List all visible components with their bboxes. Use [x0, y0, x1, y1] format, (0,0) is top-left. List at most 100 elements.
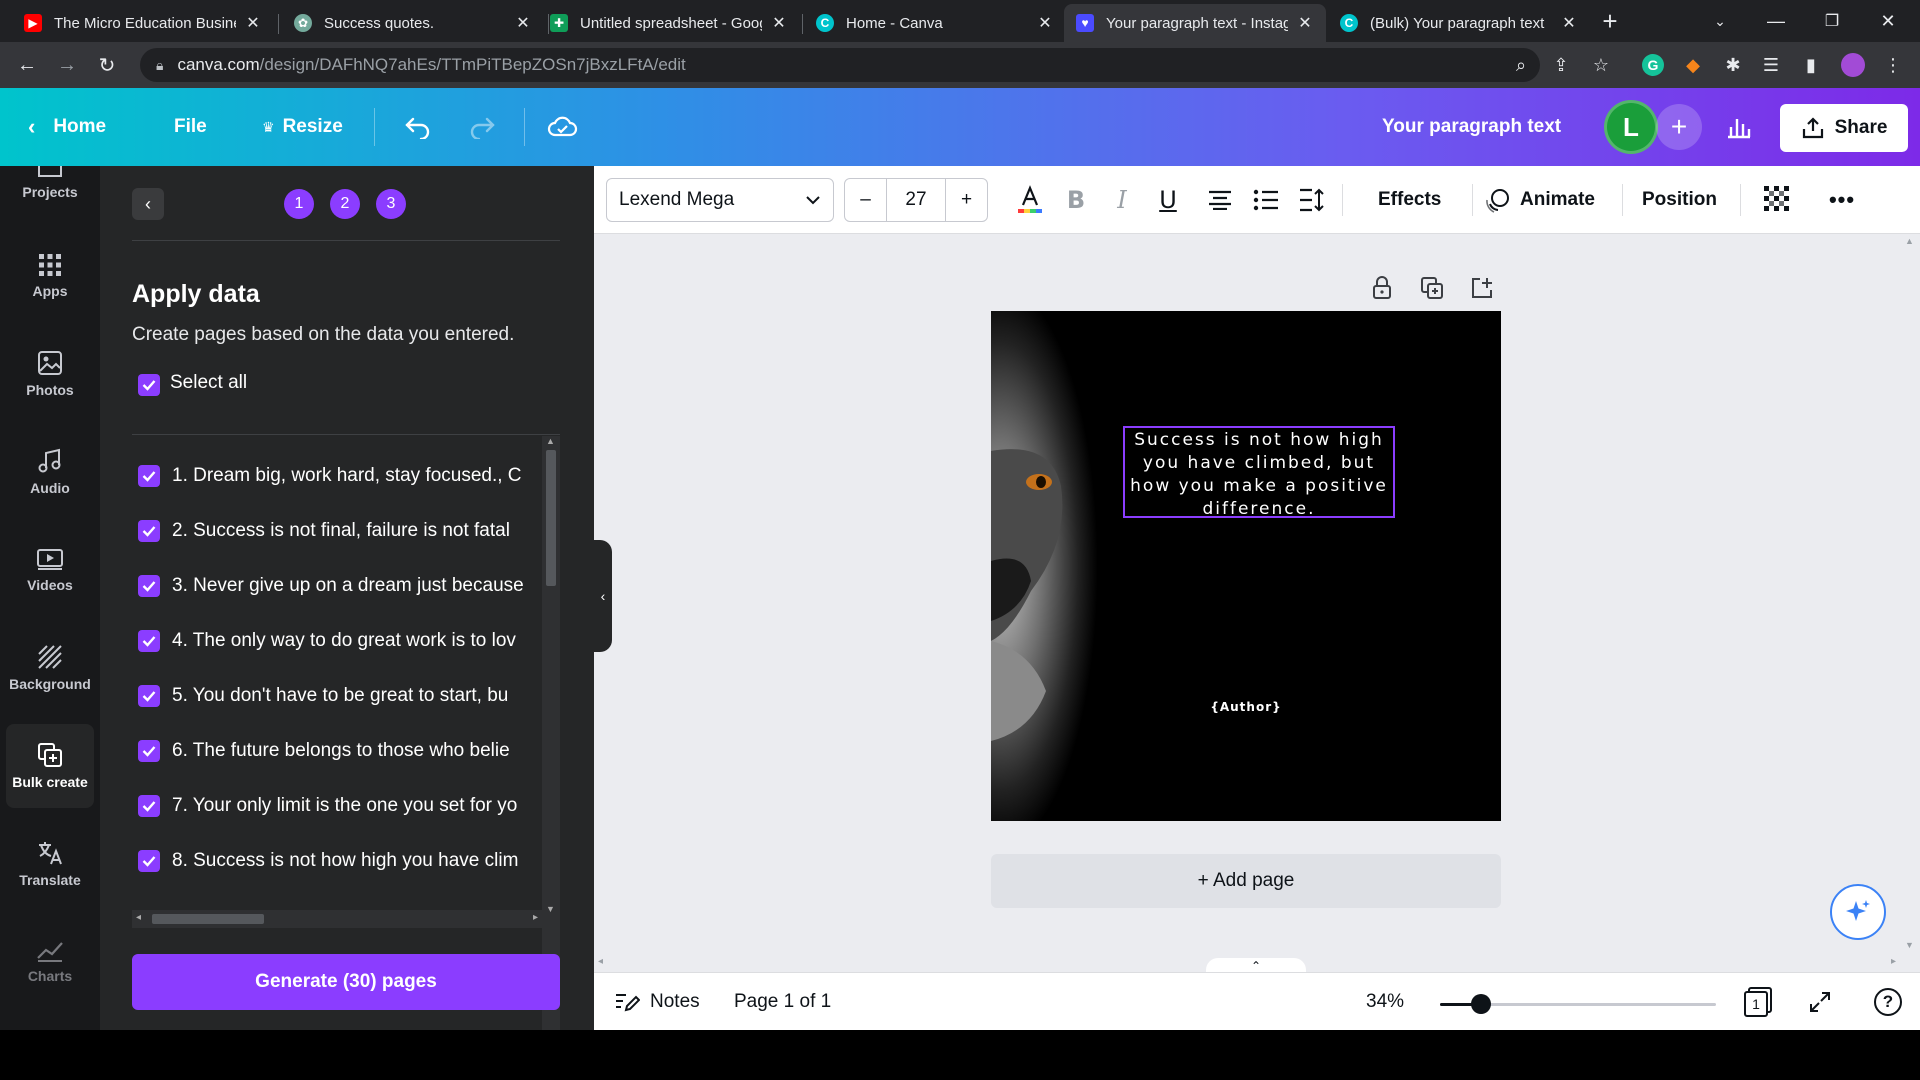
canvas-vertical-scrollbar[interactable]: ▲ ▼ [1900, 236, 1920, 950]
invite-plus-icon[interactable]: + [1656, 104, 1702, 150]
row-checkbox[interactable] [138, 740, 160, 762]
rail-item-projects[interactable]: Projects [6, 166, 94, 220]
data-row[interactable]: 8. Success is not how high you have clim [132, 841, 542, 881]
share-button[interactable]: Share [1780, 104, 1908, 152]
step-2-indicator[interactable]: 2 [330, 189, 360, 219]
browser-menu-icon[interactable]: ⋮ [1878, 50, 1908, 80]
data-row[interactable]: 7. Your only limit is the one you set fo… [132, 786, 542, 826]
browser-tab-active-design[interactable]: ♥ Your paragraph text - Instagram ✕ [1064, 4, 1326, 42]
lock-icon[interactable] [1366, 272, 1398, 304]
back-button[interactable]: ‹ [132, 188, 164, 220]
row-checkbox[interactable] [138, 520, 160, 542]
redo-icon[interactable] [468, 88, 496, 166]
add-page-icon[interactable] [1466, 272, 1498, 304]
select-all-label[interactable]: Select all [170, 372, 247, 394]
line-spacing-icon[interactable] [1290, 178, 1334, 222]
font-family-dropdown[interactable]: Lexend Mega [606, 178, 834, 222]
font-size-input[interactable]: 27 [887, 179, 945, 221]
profile-avatar-icon[interactable] [1838, 50, 1868, 80]
data-row[interactable]: 6. The future belongs to those who belie [132, 731, 542, 771]
data-row[interactable]: 2. Success is not final, failure is not … [132, 511, 542, 551]
undo-icon[interactable] [404, 88, 432, 166]
position-button[interactable]: Position [1642, 178, 1717, 222]
extensions-puzzle-icon[interactable]: ✱ [1718, 50, 1748, 80]
scroll-right-arrow-icon[interactable]: ▸ [533, 912, 538, 923]
close-tab-icon[interactable]: ✕ [514, 13, 532, 33]
scroll-left-arrow-icon[interactable]: ◂ [598, 956, 603, 967]
bold-icon[interactable]: B [1054, 178, 1098, 222]
scroll-down-arrow-icon[interactable]: ▼ [546, 904, 555, 914]
reload-icon[interactable]: ↻ [92, 50, 122, 80]
generate-pages-button[interactable]: Generate (30) pages [132, 954, 560, 1010]
data-row[interactable]: 4. The only way to do great work is to l… [132, 621, 542, 661]
scroll-down-arrow-icon[interactable]: ▼ [1905, 940, 1914, 950]
forward-arrow-icon[interactable]: → [52, 50, 82, 80]
rail-item-charts[interactable]: Charts [6, 920, 94, 1004]
close-tab-icon[interactable]: ✕ [244, 13, 262, 33]
add-page-button[interactable]: + Add page [991, 854, 1501, 908]
browser-tab-youtube[interactable]: ▶ The Micro Education Business ✕ [12, 4, 274, 42]
author-placeholder[interactable]: {Author} [1196, 700, 1296, 714]
bullet-list-icon[interactable] [1244, 178, 1288, 222]
align-center-icon[interactable] [1198, 178, 1242, 222]
more-options-icon[interactable]: ••• [1820, 178, 1864, 222]
browser-tab-chatgpt[interactable]: ✿ Success quotes. ✕ [282, 4, 544, 42]
user-avatar[interactable]: L [1604, 100, 1658, 154]
home-button[interactable]: ‹ Home [28, 88, 106, 166]
row-checkbox[interactable] [138, 575, 160, 597]
page-grid-button[interactable]: 1 [1744, 973, 1772, 1031]
scroll-right-arrow-icon[interactable]: ▸ [1891, 956, 1896, 967]
increase-font-size-button[interactable]: + [945, 179, 987, 221]
scrollbar-thumb[interactable] [152, 914, 264, 924]
row-checkbox[interactable] [138, 795, 160, 817]
rail-item-photos[interactable]: Photos [6, 332, 94, 416]
collapse-panel-button[interactable]: ‹ [594, 540, 612, 652]
design-page[interactable] [991, 311, 1501, 821]
data-row[interactable]: 3. Never give up on a dream just because [132, 566, 542, 606]
notes-button[interactable]: Notes [614, 973, 700, 1031]
minimize-button[interactable]: — [1748, 0, 1804, 42]
back-arrow-icon[interactable]: ← [12, 50, 42, 80]
step-3-indicator[interactable]: 3 [376, 189, 406, 219]
row-checkbox[interactable] [138, 465, 160, 487]
data-row[interactable]: 1. Dream big, work hard, stay focused., … [132, 456, 542, 496]
decrease-font-size-button[interactable]: – [845, 179, 887, 221]
file-menu-button[interactable]: File [174, 88, 207, 166]
scroll-up-arrow-icon[interactable]: ▲ [546, 436, 555, 446]
rail-item-audio[interactable]: Audio [6, 430, 94, 514]
zoom-percentage[interactable]: 34% [1366, 973, 1404, 1031]
list-vertical-scrollbar[interactable]: ▲ ▼ [542, 436, 560, 914]
scroll-up-arrow-icon[interactable]: ▲ [1905, 236, 1914, 246]
text-color-button[interactable] [1008, 178, 1052, 222]
design-title[interactable]: Your paragraph text [1382, 88, 1561, 166]
close-tab-icon[interactable]: ✕ [1036, 13, 1054, 33]
bookmark-star-icon[interactable]: ☆ [1586, 50, 1616, 80]
close-tab-icon[interactable]: ✕ [1296, 13, 1314, 33]
underline-icon[interactable]: U [1146, 178, 1190, 222]
animate-button[interactable]: Animate [1484, 178, 1595, 222]
browser-tab-sheets[interactable]: ✚ Untitled spreadsheet - Google Sheets ✕ [538, 4, 800, 42]
effects-button[interactable]: Effects [1378, 178, 1441, 222]
help-icon[interactable]: ? [1874, 973, 1902, 1031]
share-page-icon[interactable]: ⇪ [1546, 50, 1576, 80]
grammarly-extension-icon[interactable]: G [1638, 50, 1668, 80]
cloud-save-icon[interactable] [546, 88, 578, 166]
row-checkbox[interactable] [138, 685, 160, 707]
scrollbar-thumb[interactable] [546, 450, 556, 586]
step-1-indicator[interactable]: 1 [284, 189, 314, 219]
fullscreen-icon[interactable] [1808, 973, 1832, 1031]
side-panel-icon[interactable]: ▮ [1796, 50, 1826, 80]
list-horizontal-scrollbar[interactable]: ◂ ▸ [132, 910, 542, 928]
close-tab-icon[interactable]: ✕ [1560, 13, 1578, 33]
close-tab-icon[interactable]: ✕ [770, 13, 788, 33]
url-bar[interactable]: 🔒︎ canva.com/design/DAFhNQ7ahEs/TTmPiTBe… [140, 48, 1540, 82]
duplicate-page-icon[interactable] [1416, 272, 1448, 304]
metamask-extension-icon[interactable]: ◆ [1678, 50, 1708, 80]
restore-button[interactable]: ❐ [1804, 0, 1860, 42]
row-checkbox[interactable] [138, 630, 160, 652]
reading-list-icon[interactable]: ☰ [1756, 50, 1786, 80]
zoom-magnifier-icon[interactable]: ⌕ [1506, 50, 1536, 80]
resize-button[interactable]: ♛ Resize [262, 88, 343, 166]
browser-tab-canva-home[interactable]: C Home - Canva ✕ [804, 4, 1066, 42]
rail-item-bulk-create[interactable]: Bulk create [6, 724, 94, 808]
